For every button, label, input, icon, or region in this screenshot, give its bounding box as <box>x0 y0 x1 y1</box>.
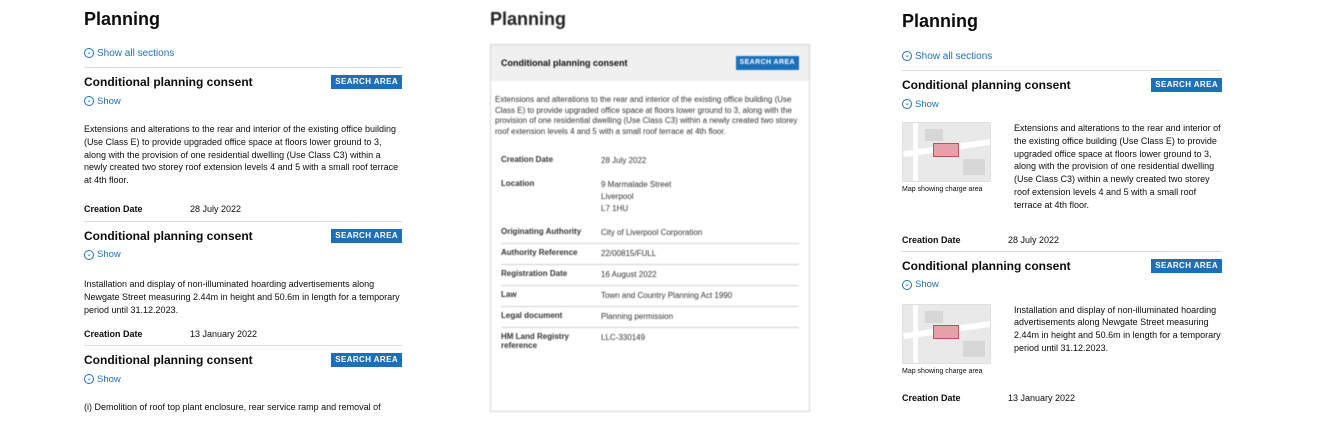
show-toggle[interactable]: ⌄ Show <box>902 98 1222 110</box>
creation-date-row: Creation Date 28 July 2022 <box>84 201 402 217</box>
detail-card: Conditional planning consent SEARCH AREA… <box>490 44 810 412</box>
section-title: Conditional planning consent <box>501 58 628 68</box>
show-label: Show <box>97 373 121 385</box>
planning-section: Conditional planning consent SEARCH AREA… <box>902 250 1222 406</box>
detail-value: LLC-330149 <box>601 333 646 342</box>
creation-date-row: Creation Date 13 January 2022 <box>902 390 1222 406</box>
detail-value: 16 August 2022 <box>601 270 657 279</box>
detail-label: HM Land Registry reference <box>501 332 570 350</box>
planning-section: Conditional planning consent SEARCH AREA… <box>902 70 1222 248</box>
search-area-button[interactable]: SEARCH AREA <box>1151 78 1222 92</box>
section-description: Extensions and alterations to the rear a… <box>84 124 399 186</box>
creation-date-label: Creation Date <box>84 329 143 340</box>
section-description: Installation and display of non-illumina… <box>1014 304 1221 353</box>
planning-panel-left: Planning ⌄ Show all sections Conditional… <box>84 0 402 414</box>
show-toggle[interactable]: ⌄ Show <box>84 95 402 107</box>
detail-value: Town and Country Planning Act 1990 <box>601 291 733 300</box>
chevron-down-icon: ⌄ <box>84 249 94 260</box>
detail-label: Legal document <box>501 311 563 320</box>
detail-row: Registration Date 16 August 2022 <box>501 265 799 286</box>
detail-value: Planning permission <box>601 312 674 321</box>
detail-value: 22/00815/FULL <box>601 249 657 258</box>
charge-area-polygon <box>933 324 959 339</box>
planning-panel-detail: Planning Conditional planning consent SE… <box>490 0 810 412</box>
map-caption: Map showing charge area <box>902 367 983 375</box>
chevron-down-icon: ⌄ <box>84 96 94 106</box>
planning-section: Conditional planning consent SEARCH AREA… <box>84 345 402 414</box>
page-title: Planning <box>902 11 978 31</box>
creation-date-row: Creation Date 28 July 2022 <box>902 232 1222 248</box>
detail-label: Authority Reference <box>501 248 578 257</box>
show-label: Show <box>97 249 121 261</box>
section-description: Installation and display of non-illumina… <box>84 278 400 315</box>
detail-label: Location <box>501 179 535 188</box>
search-area-button[interactable]: SEARCH AREA <box>331 353 402 368</box>
show-label: Show <box>915 279 939 291</box>
page-title: Planning <box>84 9 160 29</box>
detail-value: City of Liverpool Corporation <box>601 228 703 237</box>
show-all-label: Show all sections <box>915 50 993 62</box>
section-title: Conditional planning consent <box>902 78 1071 92</box>
search-area-button[interactable]: SEARCH AREA <box>735 56 799 70</box>
charge-area-map[interactable] <box>902 303 991 364</box>
detail-row: Authority Reference 22/00815/FULL <box>501 244 799 265</box>
chevron-down-icon: ⌄ <box>84 374 94 385</box>
show-toggle[interactable]: ⌄ Show <box>84 373 402 385</box>
detail-row: Legal document Planning permission <box>501 307 799 328</box>
detail-label: Originating Authority <box>501 227 582 236</box>
detail-row: Location 9 Marmalade Street Liverpool L7… <box>501 175 799 219</box>
map-caption: Map showing charge area <box>902 186 983 193</box>
planning-panel-right: Planning ⌄ Show all sections Conditional… <box>902 0 1222 406</box>
chevron-down-icon: ⌄ <box>902 99 912 109</box>
section-description: Extensions and alterations to the rear a… <box>1014 123 1221 210</box>
detail-label: Law <box>501 290 517 299</box>
search-area-button[interactable]: SEARCH AREA <box>331 228 402 243</box>
chevron-down-icon: ⌄ <box>84 48 94 58</box>
detail-value: 9 Marmalade Street Liverpool L7 1HU <box>601 180 672 213</box>
detail-row: HM Land Registry reference LLC-330149 <box>501 328 799 354</box>
chevron-down-icon: ⌄ <box>902 279 912 290</box>
section-description: Extensions and alterations to the rear a… <box>495 95 798 136</box>
section-title: Conditional planning consent <box>84 228 253 243</box>
section-title: Conditional planning consent <box>902 258 1071 273</box>
detail-label: Registration Date <box>501 269 568 278</box>
charge-area-polygon <box>933 143 959 157</box>
section-title: Conditional planning consent <box>84 75 253 89</box>
planning-section: Conditional planning consent SEARCH AREA… <box>84 67 402 217</box>
creation-date-value: 28 July 2022 <box>190 203 242 214</box>
show-all-sections-link[interactable]: ⌄ Show all sections <box>84 47 402 59</box>
search-area-button[interactable]: SEARCH AREA <box>331 75 402 89</box>
creation-date-row: Creation Date 13 January 2022 <box>84 326 402 342</box>
planning-section: Conditional planning consent SEARCH AREA… <box>84 220 402 342</box>
show-toggle[interactable]: ⌄ Show <box>84 249 402 261</box>
section-description: (i) Demolition of roof top plant enclosu… <box>84 402 381 413</box>
detail-row: Creation Date 28 July 2022 <box>501 151 799 171</box>
creation-date-value: 13 January 2022 <box>190 329 258 340</box>
creation-date-value: 28 July 2022 <box>1008 234 1060 245</box>
creation-date-label: Creation Date <box>84 203 143 214</box>
detail-card-header: Conditional planning consent SEARCH AREA <box>491 45 809 81</box>
detail-value: 28 July 2022 <box>601 156 647 165</box>
page-title: Planning <box>490 9 566 29</box>
charge-area-map[interactable] <box>902 122 991 182</box>
section-title: Conditional planning consent <box>84 353 253 368</box>
detail-row: Originating Authority City of Liverpool … <box>501 223 799 244</box>
detail-row: Law Town and Country Planning Act 1990 <box>501 286 799 307</box>
creation-date-label: Creation Date <box>902 392 961 403</box>
show-toggle[interactable]: ⌄ Show <box>902 279 1222 291</box>
chevron-down-icon: ⌄ <box>902 51 912 61</box>
detail-table: Creation Date 28 July 2022 Location 9 Ma… <box>501 151 799 354</box>
search-area-button[interactable]: SEARCH AREA <box>1151 258 1222 273</box>
creation-date-label: Creation Date <box>902 234 961 245</box>
show-label: Show <box>915 98 939 110</box>
creation-date-value: 13 January 2022 <box>1008 392 1076 403</box>
show-all-label: Show all sections <box>97 47 175 59</box>
detail-label: Creation Date <box>501 155 554 164</box>
show-all-sections-link[interactable]: ⌄ Show all sections <box>902 50 1222 62</box>
show-label: Show <box>97 95 121 107</box>
